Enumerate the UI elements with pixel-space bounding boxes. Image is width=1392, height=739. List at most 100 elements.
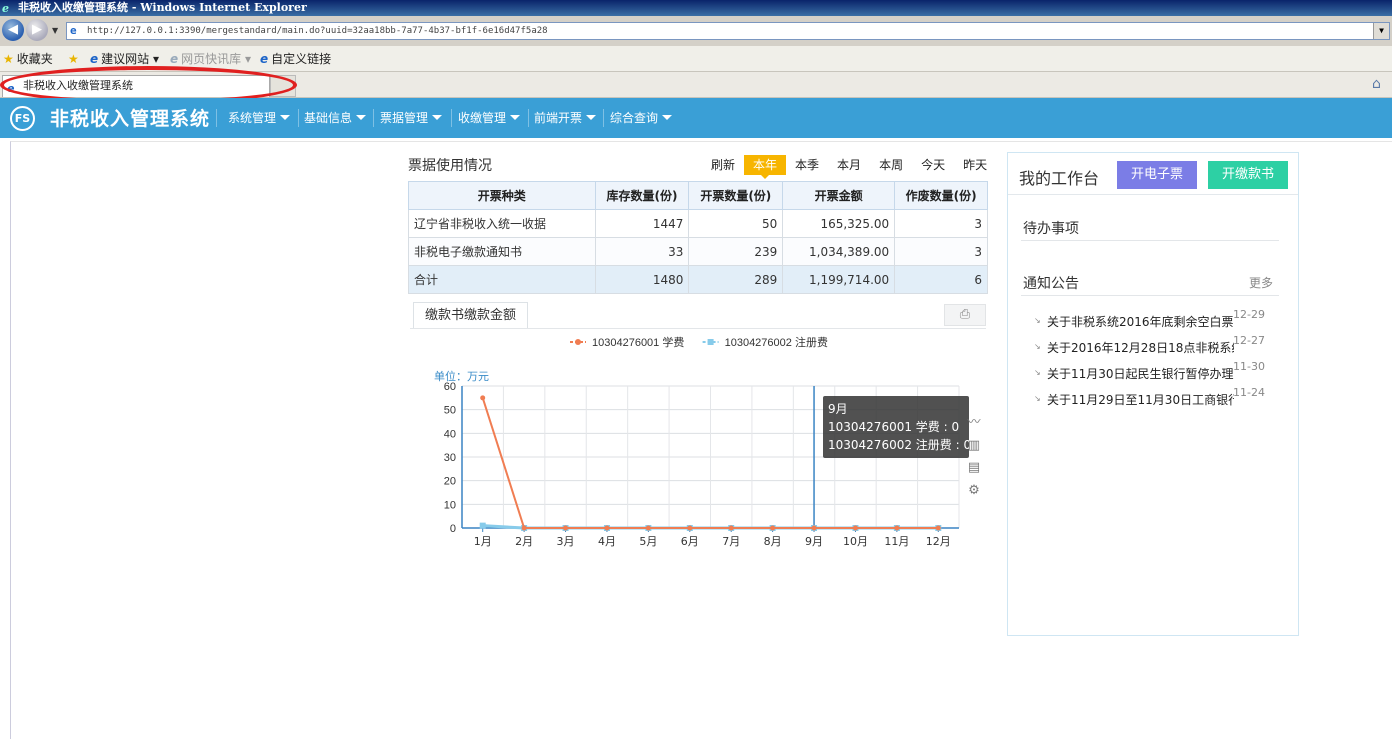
new-tab-button[interactable] <box>270 75 296 97</box>
browser-title-bar: e 非税收入收缴管理系统 - Windows Internet Explorer <box>0 0 1392 16</box>
caret-down-icon <box>280 115 291 120</box>
home-icon[interactable]: ⌂ <box>1372 76 1388 92</box>
period-tab-quarter[interactable]: 本季 <box>786 155 828 175</box>
line-chart-icon[interactable]: 〰 <box>966 415 982 431</box>
x-tick-label: 2月 <box>515 535 533 548</box>
data-point <box>935 525 941 531</box>
ie-tab-icon: e <box>7 82 15 95</box>
data-view-icon[interactable]: ▤ <box>966 460 982 476</box>
address-bar[interactable]: e http://127.0.0.1:3390/mergestandard/ma… <box>66 22 1390 40</box>
caret-down-icon <box>432 115 443 120</box>
history-dropdown-icon[interactable]: ▼ <box>52 26 58 35</box>
fav-link-webslice[interactable]: e 网页快讯库 ▾ <box>170 46 251 72</box>
add-favorite-icon: ★ <box>68 52 79 66</box>
menu-system[interactable]: 系统管理 <box>228 109 291 126</box>
notice-item[interactable]: ↘ 关于11月29日至11月30日工商银行 11-24 <box>1034 386 1284 409</box>
y-unit-label: 单位：万元 <box>434 369 489 383</box>
period-tab-month[interactable]: 本月 <box>828 155 870 175</box>
menu-label: 综合查询 <box>610 111 659 125</box>
column-header: 开票金额 <box>782 181 896 210</box>
data-point <box>521 525 527 531</box>
app-logo: FS <box>10 106 35 131</box>
fav-link-custom[interactable]: e 自定义链接 <box>260 46 331 72</box>
printer-icon[interactable]: ⎙ <box>944 304 986 326</box>
table-cell: 165,325.00 <box>782 209 896 238</box>
open-e-invoice-button[interactable]: 开电子票 <box>1117 161 1197 189</box>
y-tick-label: 0 <box>450 523 456 535</box>
table-cell: 1447 <box>594 209 690 238</box>
caret-down-icon <box>662 115 673 120</box>
menu-frontend-invoice[interactable]: 前端开票 <box>534 109 597 126</box>
menu-label: 票据管理 <box>380 111 429 125</box>
ie-page-icon: e <box>260 52 269 66</box>
menu-query[interactable]: 综合查询 <box>610 109 673 126</box>
menu-separator <box>216 109 217 127</box>
menu-collection[interactable]: 收缴管理 <box>458 109 521 126</box>
more-link[interactable]: 更多 <box>1249 274 1273 291</box>
bar-chart-icon[interactable]: ▥ <box>966 438 982 454</box>
open-payment-notice-button[interactable]: 开缴款书 <box>1208 161 1288 189</box>
x-tick-label: 9月 <box>805 535 823 548</box>
table-cell: 非税电子缴款通知书 <box>408 237 596 266</box>
browser-tab[interactable]: e 非税收入收缴管理系统 <box>2 75 270 97</box>
menu-separator <box>603 109 604 127</box>
data-point <box>770 525 776 531</box>
table-cell: 50 <box>688 209 784 238</box>
data-point <box>811 525 817 531</box>
y-tick-label: 10 <box>444 499 456 511</box>
ie-logo-icon: e <box>2 2 9 15</box>
notice-item[interactable]: ↘ 关于非税系统2016年底剩余空白票 12-29 <box>1034 308 1284 331</box>
x-tick-label: 10月 <box>843 535 868 548</box>
period-tab-yesterday[interactable]: 昨天 <box>954 155 996 175</box>
favorites-button[interactable]: ★ 收藏夹 <box>3 46 53 72</box>
menu-ticket[interactable]: 票据管理 <box>380 109 443 126</box>
caret-down-icon <box>510 115 521 120</box>
y-tick-label: 50 <box>444 405 456 417</box>
restore-icon[interactable]: ⚙ <box>966 483 982 499</box>
chart-tooltip: 9月 10304276001 学费 : 0 10304276002 注册费 : … <box>823 396 971 458</box>
back-button[interactable]: ◀ <box>2 19 24 41</box>
chart-tab[interactable]: 缴款书缴款金额 <box>413 302 529 329</box>
address-dropdown-icon[interactable]: ▼ <box>1373 23 1389 39</box>
add-favorite-button[interactable]: ★ <box>68 46 79 72</box>
ie-page-icon: e <box>170 52 179 66</box>
tab-title: 非税收入收缴管理系统 <box>23 79 133 92</box>
table-cell: 1,034,389.00 <box>782 237 896 266</box>
menu-basic-info[interactable]: 基础信息 <box>304 109 367 126</box>
data-point <box>687 525 693 531</box>
x-tick-label: 12月 <box>926 535 951 548</box>
legend-marker <box>707 339 714 345</box>
column-header: 开票种类 <box>408 181 596 210</box>
notice-date: 12-29 <box>1233 308 1265 321</box>
browser-tab-bar: e 非税收入收缴管理系统 ⌂ <box>0 72 1392 98</box>
menu-label: 基础信息 <box>304 111 353 125</box>
notice-item[interactable]: ↘ 关于11月30日起民生银行暂停办理 11-30 <box>1034 360 1284 383</box>
notice-item[interactable]: ↘ 关于2016年12月28日18点非税系统 12-27 <box>1034 334 1284 357</box>
forward-button[interactable]: ▶ <box>26 19 48 41</box>
menu-separator <box>451 109 452 127</box>
todo-title: 待办事项 <box>1023 221 1079 237</box>
x-tick-label: 1月 <box>474 535 492 548</box>
chart-tab-divider <box>410 328 986 329</box>
data-point <box>894 525 900 531</box>
page-icon: e <box>70 24 77 37</box>
tooltip-line: 10304276001 学费 : 0 <box>828 420 960 434</box>
notice-text: 关于11月30日起民生银行暂停办理 <box>1047 367 1234 381</box>
workbench-panel: 我的工作台 开电子票 开缴款书 待办事项 通知公告 更多 ↘ 关于非税系统201… <box>1007 152 1299 636</box>
fav-link-suggested[interactable]: e 建议网站 ▾ <box>90 46 159 72</box>
refresh-button[interactable]: 刷新 <box>702 155 744 175</box>
app-title: 非税收入管理系统 <box>50 108 211 130</box>
period-tab-year[interactable]: 本年 <box>744 155 787 179</box>
data-point <box>645 525 651 531</box>
x-tick-label: 7月 <box>722 535 740 548</box>
ticket-usage-table: 开票种类 库存数量(份) 开票数量(份) 开票金额 作废数量(份) 辽宁省非税收… <box>408 181 988 294</box>
table-header-row: 开票种类 库存数量(份) 开票数量(份) 开票金额 作废数量(份) <box>408 181 988 210</box>
address-toolbar: ◀ ▶ ▼ e http://127.0.0.1:3390/mergestand… <box>0 16 1392 46</box>
favorites-bar: ★ 收藏夹 ★ e 建议网站 ▾ e 网页快讯库 ▾ e 自定义链接 <box>0 46 1392 72</box>
period-tab-today[interactable]: 今天 <box>912 155 954 175</box>
period-tab-week[interactable]: 本周 <box>870 155 912 175</box>
x-tick-label: 6月 <box>681 535 699 548</box>
column-header: 库存数量(份) <box>594 181 690 210</box>
star-icon: ★ <box>3 52 14 66</box>
table-row: 非税电子缴款通知书 33 239 1,034,389.00 3 <box>408 237 988 266</box>
